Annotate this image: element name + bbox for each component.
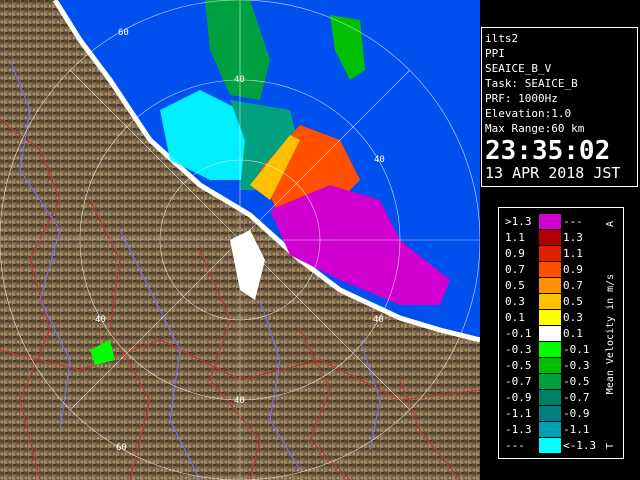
legend-color-swatch xyxy=(539,230,561,245)
legend-low-value: >1.3 xyxy=(505,215,532,228)
legend-color-swatch xyxy=(539,310,561,325)
legend-color-swatch xyxy=(539,422,561,437)
legend-row: >1.3 --- xyxy=(499,214,599,230)
legend-row: -0.5 -0.3 xyxy=(499,358,599,374)
legend-row: -0.3 -0.1 xyxy=(499,342,599,358)
legend-high-value: 0.7 xyxy=(563,279,583,292)
legend-low-value: 0.3 xyxy=(505,295,525,308)
radar-ppi-map: 60 40 40 40 40 40 60 xyxy=(0,0,480,480)
legend-high-value: -0.9 xyxy=(563,407,590,420)
legend-row: 0.5 0.7 xyxy=(499,278,599,294)
legend-low-value: -0.1 xyxy=(505,327,532,340)
range-label: 40 xyxy=(234,75,245,85)
legend-low-value: 0.5 xyxy=(505,279,525,292)
legend-row: -0.9 -0.7 xyxy=(499,390,599,406)
legend-color-swatch xyxy=(539,262,561,277)
legend-low-value: -0.9 xyxy=(505,391,532,404)
legend-low-value: -0.7 xyxy=(505,375,532,388)
legend-bottom-marker: T xyxy=(605,443,616,449)
legend-low-value: -1.3 xyxy=(505,423,532,436)
legend-color-swatch xyxy=(539,294,561,309)
legend-low-value: -1.1 xyxy=(505,407,532,420)
legend-high-value: -0.3 xyxy=(563,359,590,372)
legend-high-value: 0.1 xyxy=(563,327,583,340)
legend-low-value: 0.1 xyxy=(505,311,525,324)
product-name: SEAICE_B_V xyxy=(485,62,552,75)
task-name: Task: SEAICE_B xyxy=(485,77,578,90)
legend-high-value: 0.5 xyxy=(563,295,583,308)
legend-row: 0.9 1.1 xyxy=(499,246,599,262)
legend-color-swatch xyxy=(539,438,561,453)
legend-low-value: --- xyxy=(505,439,525,452)
range-label: 40 xyxy=(373,315,384,325)
legend-high-value: <-1.3 xyxy=(563,439,597,452)
legend-low-value: -0.5 xyxy=(505,359,532,372)
range-label: 60 xyxy=(118,28,129,38)
legend-high-value: -0.1 xyxy=(563,343,590,356)
legend-high-value: -0.5 xyxy=(563,375,590,388)
scan-type: PPI xyxy=(485,47,505,60)
station-name: ilts2 xyxy=(485,32,519,45)
legend-row: -0.7 -0.5 xyxy=(499,374,599,390)
max-range-value: Max Range:60 km xyxy=(485,122,585,135)
scan-date: 13 APR 2018 JST xyxy=(485,164,621,182)
legend-title-vertical: A Mean Velocity in m/s T xyxy=(605,221,616,449)
range-label: 40 xyxy=(374,155,385,165)
range-label: 40 xyxy=(95,315,106,325)
legend-high-value: 1.3 xyxy=(563,231,583,244)
legend-color-swatch xyxy=(539,214,561,229)
legend-high-value: 1.1 xyxy=(563,247,583,260)
legend-color-swatch xyxy=(539,246,561,261)
range-label: 60 xyxy=(116,443,127,453)
range-label: 40 xyxy=(234,396,245,406)
legend-low-value: 0.7 xyxy=(505,263,525,276)
legend-low-value: 0.9 xyxy=(505,247,525,260)
legend-color-swatch xyxy=(539,326,561,341)
prf-value: PRF: 1000Hz xyxy=(485,92,558,105)
legend-top-marker: A xyxy=(605,221,616,227)
legend-row: 0.1 0.3 xyxy=(499,310,599,326)
legend-high-value: 0.3 xyxy=(563,311,583,324)
legend-low-value: 1.1 xyxy=(505,231,525,244)
legend-color-swatch xyxy=(539,390,561,405)
legend-high-value: -0.7 xyxy=(563,391,590,404)
legend-row: -1.1 -0.9 xyxy=(499,406,599,422)
legend-high-value: -1.1 xyxy=(563,423,590,436)
legend-row: -1.3 -1.1 xyxy=(499,422,599,438)
legend-color-swatch xyxy=(539,358,561,373)
legend-low-value: -0.3 xyxy=(505,343,532,356)
legend-row: 0.7 0.9 xyxy=(499,262,599,278)
scan-time: 23:35:02 xyxy=(485,136,611,166)
velocity-legend: >1.3 --- 1.1 1.3 0.9 1.1 0.7 0.9 0.5 0.7 0.3 0.5 0.1… xyxy=(498,207,624,459)
scan-info-panel: ilts2 PPI SEAICE_B_V Task: SEAICE_B PRF:… xyxy=(481,27,638,187)
legend-row: 1.1 1.3 xyxy=(499,230,599,246)
legend-color-swatch xyxy=(539,342,561,357)
legend-color-swatch xyxy=(539,278,561,293)
elevation-value: Elevation:1.0 xyxy=(485,107,572,120)
legend-color-swatch xyxy=(539,406,561,421)
range-rings xyxy=(0,0,480,480)
legend-high-value: 0.9 xyxy=(563,263,583,276)
legend-high-value: --- xyxy=(563,215,583,228)
legend-color-swatch xyxy=(539,374,561,389)
legend-row: -0.1 0.1 xyxy=(499,326,599,342)
legend-title: Mean Velocity in m/s xyxy=(605,274,616,394)
legend-row: 0.3 0.5 xyxy=(499,294,599,310)
legend-row: --- <-1.3 xyxy=(499,438,599,454)
